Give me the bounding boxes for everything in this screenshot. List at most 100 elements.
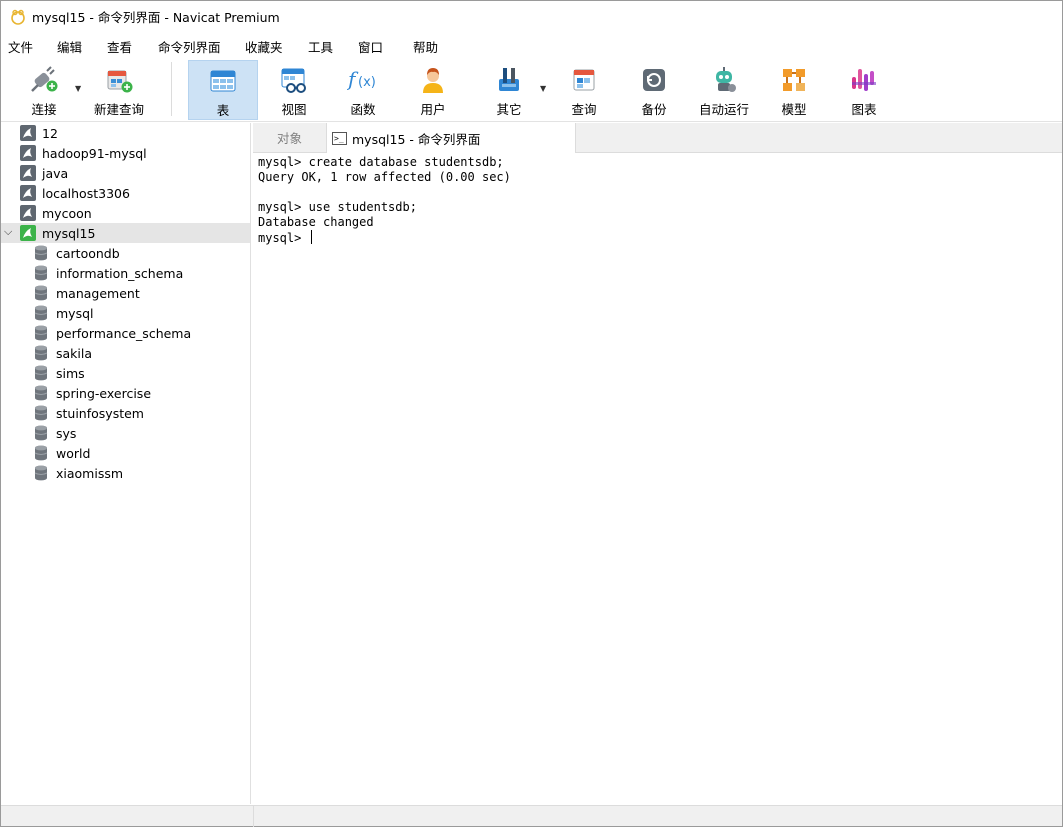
query-icon — [568, 64, 600, 96]
database-label: sys — [56, 425, 77, 441]
menu-edit[interactable]: 编辑 — [57, 37, 82, 56]
connection-label: java — [42, 165, 69, 181]
backup-button[interactable]: 备份 — [626, 58, 682, 120]
database-cylinder-icon — [34, 445, 48, 461]
plug-icon — [28, 64, 60, 96]
tab-objects[interactable]: 对象 — [253, 123, 326, 152]
navicat-logo-icon — [11, 9, 25, 25]
user-icon — [417, 64, 449, 96]
connection-item[interactable]: hadoop91-mysql — [1, 143, 250, 163]
database-item[interactable]: cartoondb — [1, 243, 250, 263]
connection-item[interactable]: mycoon — [1, 203, 250, 223]
console-line: Database changed — [258, 215, 374, 229]
connection-label: 12 — [42, 125, 58, 141]
menu-console[interactable]: 命令列界面 — [158, 37, 221, 56]
connection-label: mysql15 — [42, 225, 96, 241]
new-query-label: 新建查询 — [93, 102, 144, 117]
chart-button[interactable]: 图表 — [836, 58, 892, 120]
function-label: 函数 — [350, 102, 376, 117]
database-item[interactable]: world — [1, 443, 250, 463]
new-query-button[interactable]: 新建查询 — [89, 58, 149, 120]
database-cylinder-icon — [34, 405, 48, 421]
query-button[interactable]: 查询 — [556, 58, 612, 120]
database-cylinder-icon — [34, 365, 48, 381]
database-item[interactable]: sakila — [1, 343, 250, 363]
database-item[interactable]: sys — [1, 423, 250, 443]
console-line: mysql> create database studentsdb; — [258, 155, 504, 169]
table-button[interactable]: 表 — [188, 60, 258, 120]
database-item[interactable]: management — [1, 283, 250, 303]
toolbar: 连接 ▼ 新建查询 表 视图 f (x) 函数 用户 其它 ▼ 查询 备份 自动… — [1, 58, 1062, 122]
toolbar-separator — [171, 62, 172, 116]
menu-help[interactable]: 帮助 — [413, 37, 438, 56]
connect-dropdown-icon[interactable]: ▼ — [75, 84, 81, 93]
database-cylinder-icon — [34, 245, 48, 261]
connection-tree: 12 hadoop91-mysql java localhost3306 myc… — [1, 123, 251, 804]
robot-icon — [708, 64, 740, 96]
mysql-dolphin-icon — [20, 165, 36, 181]
database-item[interactable]: stuinfosystem — [1, 403, 250, 423]
tab-console[interactable]: >_ mysql15 - 命令列界面 — [326, 123, 576, 153]
database-label: performance_schema — [56, 325, 192, 341]
function-icon: f (x) — [347, 64, 379, 96]
model-icon — [778, 64, 810, 96]
console-line: Query OK, 1 row affected (0.00 sec) — [258, 170, 511, 184]
menu-view[interactable]: 查看 — [107, 37, 132, 56]
connect-button[interactable]: 连接 — [15, 58, 73, 120]
connection-label: localhost3306 — [42, 185, 130, 201]
chart-label: 图表 — [851, 102, 877, 117]
view-button[interactable]: 视图 — [265, 58, 323, 120]
connect-label: 连接 — [31, 102, 57, 117]
terminal-icon: >_ — [332, 131, 347, 145]
database-label: stuinfosystem — [56, 405, 144, 421]
function-button[interactable]: f (x) 函数 — [335, 58, 391, 120]
database-item[interactable]: spring-exercise — [1, 383, 250, 403]
expand-chevron-icon[interactable]: ⌵ — [4, 225, 12, 239]
database-item[interactable]: sims — [1, 363, 250, 383]
connection-item[interactable]: java — [1, 163, 250, 183]
tab-bar: 对象 >_ mysql15 - 命令列界面 — [253, 123, 1062, 153]
menu-file[interactable]: 文件 — [8, 37, 33, 56]
connection-label: hadoop91-mysql — [42, 145, 147, 161]
console-line: mysql> use studentsdb; — [258, 200, 417, 214]
database-label: xiaomissm — [56, 465, 124, 481]
console-prompt-line[interactable]: mysql> — [258, 230, 1062, 245]
chart-icon — [848, 64, 880, 96]
database-item[interactable]: information_schema — [1, 263, 250, 283]
database-cylinder-icon — [34, 325, 48, 341]
status-divider — [253, 806, 254, 827]
new-query-icon — [103, 64, 135, 96]
backup-label: 备份 — [641, 102, 667, 117]
database-cylinder-icon — [34, 465, 48, 481]
table-icon — [207, 65, 239, 97]
other-button[interactable]: 其它 — [481, 58, 537, 120]
connection-item[interactable]: ⌵ mysql15 — [1, 223, 250, 243]
console-output[interactable]: mysql> create database studentsdb; Query… — [253, 154, 1062, 804]
connection-item[interactable]: localhost3306 — [1, 183, 250, 203]
connection-label: mycoon — [42, 205, 92, 221]
table-label: 表 — [216, 103, 230, 118]
user-button[interactable]: 用户 — [405, 58, 461, 120]
database-label: sims — [56, 365, 85, 381]
automation-button[interactable]: 自动运行 — [694, 58, 754, 120]
database-item[interactable]: mysql — [1, 303, 250, 323]
database-cylinder-icon — [34, 385, 48, 401]
other-dropdown-icon[interactable]: ▼ — [540, 84, 546, 93]
database-item[interactable]: performance_schema — [1, 323, 250, 343]
database-label: world — [56, 445, 91, 461]
menu-window[interactable]: 窗口 — [358, 37, 383, 56]
view-icon — [278, 64, 310, 96]
mysql-dolphin-icon — [20, 225, 36, 241]
connection-item[interactable]: 12 — [1, 123, 250, 143]
menu-tools[interactable]: 工具 — [308, 37, 333, 56]
tab-console-label: mysql15 - 命令列界面 — [352, 131, 481, 147]
database-label: spring-exercise — [56, 385, 152, 401]
menu-favorites[interactable]: 收藏夹 — [245, 37, 283, 56]
database-item[interactable]: xiaomissm — [1, 463, 250, 483]
text-cursor — [310, 230, 312, 244]
backup-icon — [638, 64, 670, 96]
database-cylinder-icon — [34, 345, 48, 361]
model-button[interactable]: 模型 — [766, 58, 822, 120]
database-cylinder-icon — [34, 425, 48, 441]
database-cylinder-icon — [34, 305, 48, 321]
